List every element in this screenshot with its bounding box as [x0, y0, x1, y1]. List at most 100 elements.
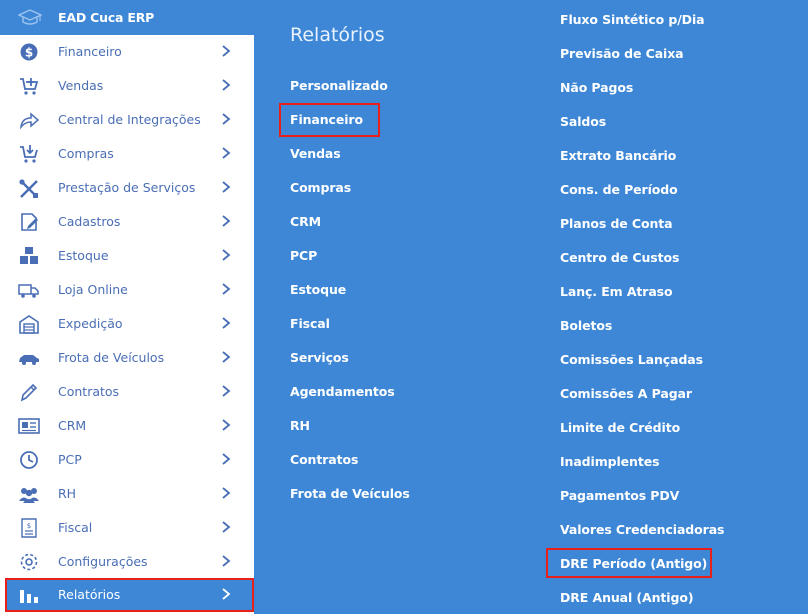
sidebar-item-prestacao-de-servicos[interactable]: Prestação de Serviços	[0, 171, 254, 205]
report-link-inadimplentes[interactable]: Inadimplentes	[560, 454, 660, 469]
report-category-personalizado[interactable]: Personalizado	[290, 78, 388, 93]
report-link-pagamentos-pdv[interactable]: Pagamentos PDV	[560, 488, 679, 503]
edit-document-icon	[21, 213, 38, 231]
chevron-right-icon	[222, 521, 231, 533]
sidebar-item-label: Configurações	[58, 554, 148, 569]
sidebar: EAD Cuca ERP $ Financeiro Vendas Central de…	[0, 0, 254, 614]
report-category-agendamentos[interactable]: Agendamentos	[290, 384, 395, 399]
sidebar-item-fiscal[interactable]: $ Fiscal	[0, 511, 254, 545]
report-category-servicos[interactable]: Serviços	[290, 350, 349, 365]
chevron-right-icon	[222, 113, 231, 125]
report-link-valores-credenciadoras[interactable]: Valores Credenciadoras	[560, 522, 724, 537]
sidebar-item-label: Frota de Veículos	[58, 350, 165, 365]
chevron-right-icon	[222, 45, 231, 57]
pen-icon	[20, 383, 38, 402]
chevron-right-icon	[222, 249, 231, 261]
sidebar-item-label: PCP	[58, 452, 82, 467]
sidebar-item-frota-de-veiculos[interactable]: Frota de Veículos	[0, 341, 254, 375]
warehouse-icon	[19, 315, 39, 334]
report-link-centro-de-custos[interactable]: Centro de Custos	[560, 250, 679, 265]
report-category-rh[interactable]: RH	[290, 418, 310, 433]
sidebar-item-label: CRM	[58, 418, 87, 433]
boxes-icon	[20, 247, 38, 264]
chevron-right-icon	[222, 215, 231, 227]
bar-chart-icon	[20, 590, 38, 603]
panel-title: Relatórios	[290, 24, 385, 46]
report-category-pcp[interactable]: PCP	[290, 248, 317, 263]
report-link-comissoes-lancadas[interactable]: Comissões Lançadas	[560, 352, 703, 367]
report-link-boletos[interactable]: Boletos	[560, 318, 612, 333]
svg-text:$: $	[27, 522, 31, 530]
chevron-right-icon	[222, 453, 231, 465]
report-category-vendas[interactable]: Vendas	[290, 146, 341, 161]
sidebar-header[interactable]: EAD Cuca ERP	[0, 0, 254, 35]
sidebar-item-label: Relatórios	[58, 587, 121, 602]
cart-download-icon	[20, 145, 38, 163]
chevron-right-icon	[222, 181, 231, 193]
share-arrow-icon	[19, 112, 40, 130]
chevron-right-icon	[222, 385, 231, 397]
report-link-lanc-em-atraso[interactable]: Lanç. Em Atraso	[560, 284, 673, 299]
sidebar-item-label: Prestação de Serviços	[58, 180, 196, 195]
report-link-planos-de-conta[interactable]: Planos de Conta	[560, 216, 673, 231]
sidebar-item-label: Fiscal	[58, 520, 93, 535]
report-link-fluxo-sintetico-p-dia[interactable]: Fluxo Sintético p/Dia	[560, 12, 705, 27]
report-link-dre-periodo-antigo[interactable]: DRE Período (Antigo)	[560, 556, 707, 571]
report-link-limite-de-credito[interactable]: Limite de Crédito	[560, 420, 680, 435]
sidebar-item-configuracoes[interactable]: Configurações	[0, 545, 254, 579]
sidebar-item-label: Compras	[58, 146, 114, 161]
dollar-coin-icon: $	[20, 43, 38, 61]
sidebar-item-estoque[interactable]: Estoque	[0, 239, 254, 273]
chevron-right-icon	[222, 283, 231, 295]
clock-icon	[20, 451, 38, 469]
chevron-right-icon	[222, 588, 231, 600]
chevron-right-icon	[222, 419, 231, 431]
sidebar-item-label: Cadastros	[58, 214, 121, 229]
sidebar-item-relatorios[interactable]: Relatórios	[5, 578, 254, 612]
sidebar-item-label: Estoque	[58, 248, 109, 263]
sidebar-item-label: Contratos	[58, 384, 120, 399]
report-category-estoque[interactable]: Estoque	[290, 282, 346, 297]
report-category-contratos[interactable]: Contratos	[290, 452, 358, 467]
report-link-nao-pagos[interactable]: Não Pagos	[560, 80, 633, 95]
sidebar-item-vendas[interactable]: Vendas	[0, 69, 254, 103]
report-category-frota-de-veiculos[interactable]: Frota de Veículos	[290, 486, 410, 501]
chevron-right-icon	[222, 555, 231, 567]
app-title: EAD Cuca ERP	[58, 10, 155, 25]
chevron-right-icon	[222, 487, 231, 499]
chevron-right-icon	[222, 147, 231, 159]
sidebar-item-pcp[interactable]: PCP	[0, 443, 254, 477]
sidebar-item-crm[interactable]: CRM	[0, 409, 254, 443]
sidebar-item-label: Expedição	[58, 316, 123, 331]
report-category-compras[interactable]: Compras	[290, 180, 351, 195]
sidebar-item-rh[interactable]: RH	[0, 477, 254, 511]
sidebar-item-compras[interactable]: Compras	[0, 137, 254, 171]
report-link-extrato-bancario[interactable]: Extrato Bancário	[560, 148, 676, 163]
sidebar-item-label: Loja Online	[58, 282, 128, 297]
sidebar-item-cadastros[interactable]: Cadastros	[0, 205, 254, 239]
id-card-icon	[18, 418, 40, 434]
report-category-fiscal[interactable]: Fiscal	[290, 316, 330, 331]
chevron-right-icon	[222, 79, 231, 91]
report-link-cons-de-periodo[interactable]: Cons. de Período	[560, 182, 678, 197]
delivery-truck-icon	[18, 284, 39, 298]
report-link-saldos[interactable]: Saldos	[560, 114, 606, 129]
sidebar-item-contratos[interactable]: Contratos	[0, 375, 254, 409]
sidebar-item-label: Vendas	[58, 78, 104, 93]
sidebar-item-label: Financeiro	[58, 44, 122, 59]
report-link-dre-anual-antigo[interactable]: DRE Anual (Antigo)	[560, 590, 694, 605]
sidebar-item-financeiro[interactable]: $ Financeiro	[0, 35, 254, 69]
report-category-financeiro[interactable]: Financeiro	[290, 112, 363, 127]
report-link-previsao-de-caixa[interactable]: Previsão de Caixa	[560, 46, 684, 61]
svg-text:$: $	[25, 46, 33, 60]
users-icon	[19, 488, 39, 503]
sidebar-item-expedicao[interactable]: Expedição	[0, 307, 254, 341]
receipt-icon: $	[21, 518, 37, 538]
cart-plus-icon	[20, 78, 39, 95]
report-category-crm[interactable]: CRM	[290, 214, 321, 229]
report-link-comissoes-a-pagar[interactable]: Comissões A Pagar	[560, 386, 692, 401]
sidebar-item-loja-online[interactable]: Loja Online	[0, 273, 254, 307]
graduation-cap-icon	[18, 9, 42, 25]
sidebar-item-central-de-integracoes[interactable]: Central de Integrações	[0, 103, 254, 137]
car-icon	[19, 355, 39, 365]
